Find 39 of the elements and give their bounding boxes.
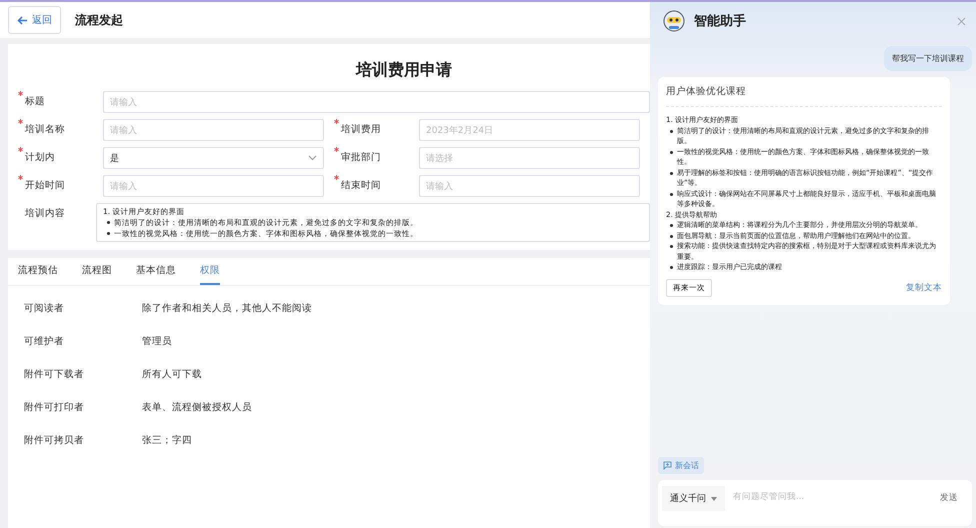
field-label: 培训内容 — [24, 207, 66, 221]
arrow-left-icon — [17, 16, 28, 24]
field-label: 计划内 — [25, 151, 56, 165]
permission-value: 张三；字四 — [142, 434, 192, 447]
field-label: 培训费用 — [341, 123, 382, 137]
form-title: 培训费用申请 — [354, 59, 453, 81]
user-message: 帮我写一下培训课程 — [884, 46, 972, 71]
permission-label: 可阅读者 — [24, 302, 65, 315]
permission-value: 管理员 — [142, 335, 172, 348]
field-label: 开始时间 — [25, 179, 66, 193]
model-select[interactable]: 通义千问 — [662, 486, 725, 511]
field-label: 培训名称 — [25, 123, 66, 137]
field-label: 结束时间 — [341, 179, 382, 193]
caret-icon — [711, 496, 717, 500]
send-button[interactable]: 发送 — [934, 491, 964, 505]
new-chat-button[interactable]: 新会话 — [658, 457, 704, 474]
copy-link[interactable]: 复制文本 — [906, 282, 942, 294]
field-label: 标题 — [25, 95, 46, 109]
assistant-title: 智能助手 — [694, 12, 747, 30]
permission-label: 附件可拷贝者 — [24, 434, 85, 447]
tab[interactable]: 流程预估 — [18, 258, 58, 285]
tab[interactable]: 权限 — [200, 258, 220, 285]
page-title: 流程发起 — [75, 12, 123, 28]
answer-title: 用户体验优化课程 — [666, 85, 942, 107]
permission-label: 附件可打印者 — [24, 401, 85, 414]
permission-value: 所有人可下载 — [142, 368, 202, 381]
field-label: 审批部门 — [341, 151, 382, 165]
robot-avatar-icon — [662, 9, 686, 33]
permission-value: 表单、流程侧被授权人员 — [142, 401, 252, 414]
chevron-icon — [308, 155, 317, 161]
close-icon — [957, 17, 966, 26]
select-field[interactable]: 是 — [103, 147, 324, 169]
permission-value: 除了作者和相关人员，其他人不能阅读 — [142, 302, 312, 315]
tab[interactable]: 基本信息 — [136, 258, 176, 285]
chat-plus-icon — [663, 461, 672, 470]
tab[interactable]: 流程图 — [82, 258, 112, 285]
permission-label: 可维护者 — [24, 335, 65, 348]
permission-label: 附件可下载者 — [24, 368, 85, 381]
back-button[interactable]: 返回 — [8, 6, 61, 34]
